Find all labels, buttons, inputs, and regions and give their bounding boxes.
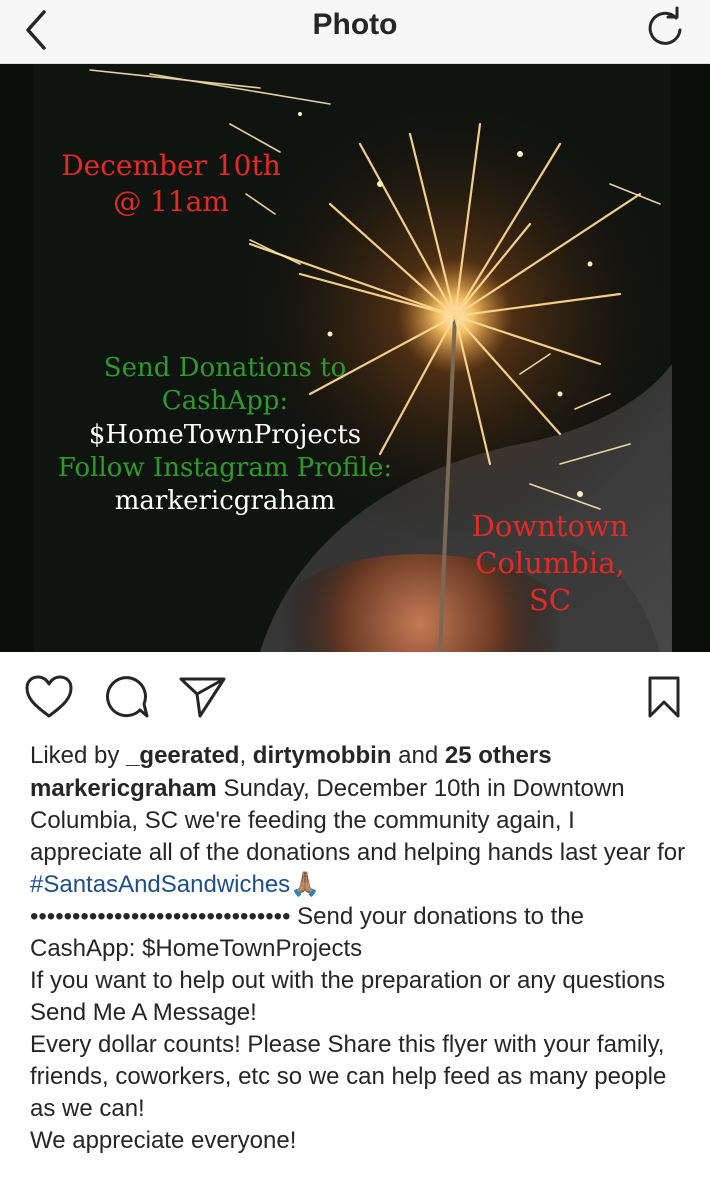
likes-summary: Liked by _geerated, dirtymobbin and 25 o… [30, 740, 690, 772]
flyer-location-line1: Downtown [471, 509, 629, 543]
heart-icon [25, 675, 73, 718]
flyer-date-line1: December 10th [61, 149, 281, 182]
share-button[interactable] [178, 674, 228, 725]
post-caption: Liked by _geerated, dirtymobbin and 25 o… [30, 740, 690, 1157]
flyer-donate-line1: Send Donations to [103, 353, 347, 383]
bookmark-icon [648, 676, 680, 718]
page-title: Photo [312, 8, 398, 41]
caption-text: If you want to help out with the prepara… [30, 967, 666, 1026]
flyer-date-line2: @ 11am [113, 184, 229, 218]
post-photo[interactable]: December 10th @ 11am Send Donations to C… [0, 64, 710, 652]
flyer-location-line2: Columbia, [475, 546, 625, 581]
pray-emoji-icon: 🙏🏽 [290, 871, 321, 898]
flyer-donate-line2: CashApp: [161, 386, 289, 417]
flyer-location: Downtown Columbia, SC [450, 508, 650, 619]
flyer-date: December 10th @ 11am [48, 148, 294, 220]
hashtag-link[interactable]: #SantasAndSandwiches [30, 871, 290, 898]
likes-separator: , [239, 742, 253, 769]
flyer-profile: markericgraham [114, 486, 336, 517]
caption-username[interactable]: markericgraham [30, 775, 217, 802]
comment-icon [106, 676, 149, 718]
caption-text: We appreciate everyone! [30, 1127, 297, 1154]
post-actions [0, 664, 710, 734]
flyer-cashtag: $HomeTownProjects [88, 419, 362, 450]
caption-text: Every dollar counts! Please Share this f… [30, 1031, 667, 1122]
refresh-button[interactable] [642, 4, 688, 50]
liked-by-user[interactable]: dirtymobbin [253, 742, 392, 769]
flyer-location-line3: SC [528, 583, 572, 618]
caption-dots: ••••••••••••••••••••••••••••••• [30, 903, 291, 930]
liked-by-user[interactable]: _geerated [126, 742, 239, 769]
like-button[interactable] [24, 674, 74, 725]
flyer-donate: Send Donations to CashApp: $HomeTownProj… [40, 352, 410, 518]
likes-prefix: Liked by [30, 742, 127, 769]
send-icon [179, 677, 226, 718]
save-button[interactable] [644, 674, 684, 725]
likes-others-link[interactable]: 25 others [445, 742, 552, 769]
nav-header: Photo [0, 0, 710, 64]
caption-body: markericgraham Sunday, December 10th in … [30, 773, 690, 1157]
likes-and: and [391, 742, 445, 769]
refresh-icon [648, 6, 682, 45]
flyer-follow: Follow Instagram Profile: [57, 452, 393, 483]
comment-button[interactable] [102, 674, 152, 725]
